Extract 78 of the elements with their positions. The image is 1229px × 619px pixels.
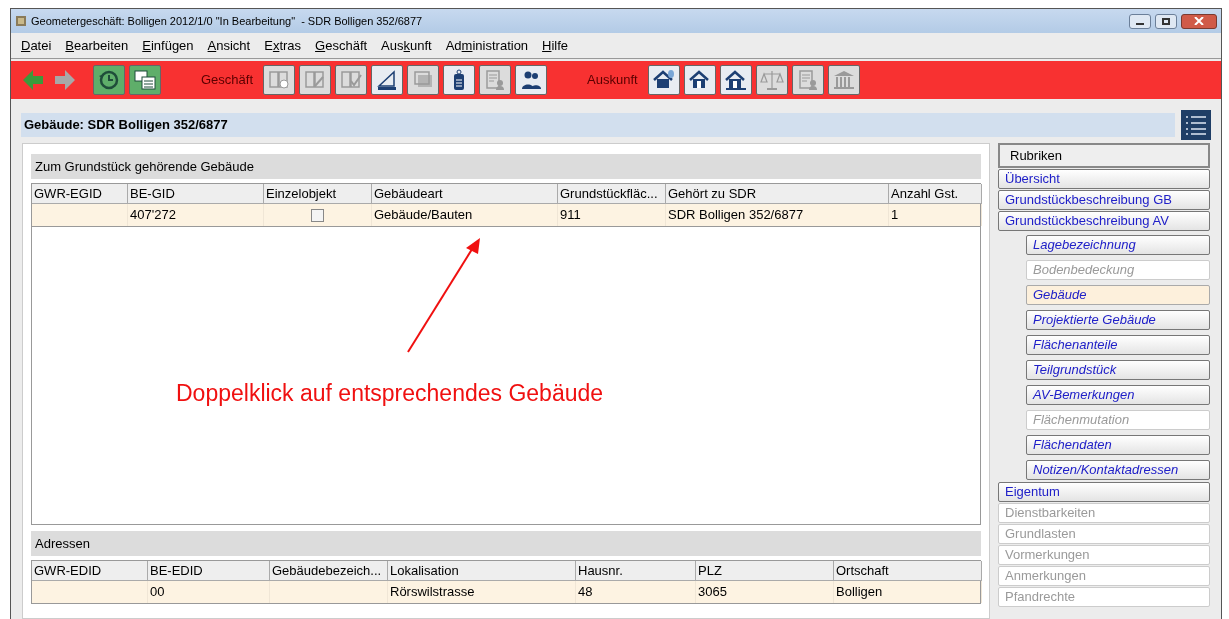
column-header[interactable]: GWR-EGID xyxy=(32,184,128,204)
table-cell: Gebäude/Bauten xyxy=(374,207,473,222)
menu-item[interactable]: Ansicht xyxy=(207,35,251,56)
column-header[interactable]: GWR-EDID xyxy=(32,561,148,581)
menu-item[interactable]: Bearbeiten xyxy=(65,35,129,56)
toolbar-label: Auskunft xyxy=(587,71,638,90)
panel-header: Rubriken xyxy=(998,143,1210,168)
menu-item[interactable]: Hilfe xyxy=(542,35,569,56)
table-row[interactable]: 407'272 Gebäude/Bauten 911 SDR Bolligen 352/6877 1 xyxy=(32,204,980,226)
menu-item[interactable]: Einfügen xyxy=(142,35,194,56)
list-view-button[interactable] xyxy=(1181,110,1211,140)
toolbar-button[interactable] xyxy=(129,65,161,95)
book-clock-icon xyxy=(267,68,292,92)
category-item[interactable]: Grundstückbeschreibung GB xyxy=(998,190,1210,210)
section-header: Zum Grundstück gehörende Gebäude xyxy=(31,154,981,179)
scales-icon xyxy=(759,68,784,92)
history-icon xyxy=(97,68,121,92)
menu-item[interactable]: Extras xyxy=(264,35,302,56)
table-cell: Bolligen xyxy=(836,584,883,599)
section-header: Adressen xyxy=(31,531,981,556)
checkbox[interactable] xyxy=(311,208,324,222)
annotation-text: Doppelklick auf entsprechendes Gebäude xyxy=(176,379,604,408)
close-button[interactable] xyxy=(1181,13,1217,29)
right-arrow-icon xyxy=(53,68,77,92)
bank-icon xyxy=(831,68,856,92)
category-item[interactable]: Grundstückbeschreibung AV xyxy=(998,211,1210,231)
category-item[interactable]: Lagebezeichnung xyxy=(1026,235,1210,255)
window-title: Geometergeschäft: Bolligen 2012/1/0 "In Bearbeitung" - SDR Bolligen 352/6877 xyxy=(31,13,423,29)
close-icon xyxy=(1194,17,1204,25)
table-cell: 407'272 xyxy=(130,207,176,222)
left-arrow-icon xyxy=(21,68,45,92)
windows-icon xyxy=(133,68,157,92)
list-icon xyxy=(1184,114,1208,136)
toolbar-button[interactable] xyxy=(719,65,752,95)
category-item[interactable]: Flächendaten xyxy=(1026,435,1210,455)
page-heading: Gebäude: SDR Bolligen 352/6877 xyxy=(24,116,228,135)
menu-item[interactable]: Administration xyxy=(445,35,529,56)
toolbar-button[interactable] xyxy=(371,65,404,95)
toolbar-button[interactable] xyxy=(647,65,680,95)
column-header[interactable]: PLZ xyxy=(696,561,834,581)
table-cell: 00 xyxy=(150,584,165,599)
toolbar-button[interactable] xyxy=(515,65,548,95)
table-cell: SDR Bolligen 352/6877 xyxy=(668,207,804,222)
column-header[interactable]: Lokalisation xyxy=(388,561,576,581)
column-header[interactable]: Anzahl Gst. xyxy=(889,184,982,204)
column-header[interactable]: Gehört zu SDR xyxy=(666,184,889,204)
column-header[interactable]: BE-GID xyxy=(128,184,264,204)
column-header[interactable]: Gebäudebezeich... xyxy=(270,561,388,581)
category-item[interactable]: Projektierte Gebäude xyxy=(1026,310,1210,330)
menu-item[interactable]: Datei xyxy=(21,35,52,56)
category-item[interactable]: Notizen/Kontaktadressen xyxy=(1026,460,1210,480)
table-row[interactable]: 00 Rörswilstrasse 48 3065 Bolligen xyxy=(32,581,980,603)
menu-item[interactable]: Geschäft xyxy=(315,35,368,56)
category-item[interactable]: Eigentum xyxy=(998,482,1210,502)
minimize-button[interactable] xyxy=(1129,13,1151,29)
toolbar-label: Geschäft xyxy=(201,71,254,90)
house-icon xyxy=(723,68,748,92)
column-header[interactable]: Hausnr. xyxy=(576,561,696,581)
app-icon xyxy=(15,15,27,27)
category-item[interactable]: AV-Bemerkungen xyxy=(1026,385,1210,405)
category-item[interactable]: Flächenanteile xyxy=(1026,335,1210,355)
table-cell: Rörswilstrasse xyxy=(390,584,475,599)
table-cell: 3065 xyxy=(698,584,727,599)
category-item[interactable]: Teilgrundstück xyxy=(1026,360,1210,380)
table-cell: 1 xyxy=(891,207,899,222)
column-header[interactable]: Einzelobjekt xyxy=(264,184,372,204)
category-item[interactable]: Übersicht xyxy=(998,169,1210,189)
category-item[interactable]: Gebäude xyxy=(1026,285,1210,305)
column-header[interactable]: Gebäudeart xyxy=(372,184,558,204)
toolbar-button[interactable] xyxy=(443,65,476,95)
table-cell: 911 xyxy=(560,207,581,222)
table-cell: 48 xyxy=(578,584,593,599)
column-header[interactable]: Grundstückfläc... xyxy=(558,184,666,204)
maximize-button[interactable] xyxy=(1155,13,1177,29)
menu-item[interactable]: Auskunft xyxy=(381,35,432,56)
toolbar-button[interactable] xyxy=(683,65,716,95)
column-header[interactable]: Ortschaft xyxy=(834,561,982,581)
column-header[interactable]: BE-EDID xyxy=(148,561,270,581)
